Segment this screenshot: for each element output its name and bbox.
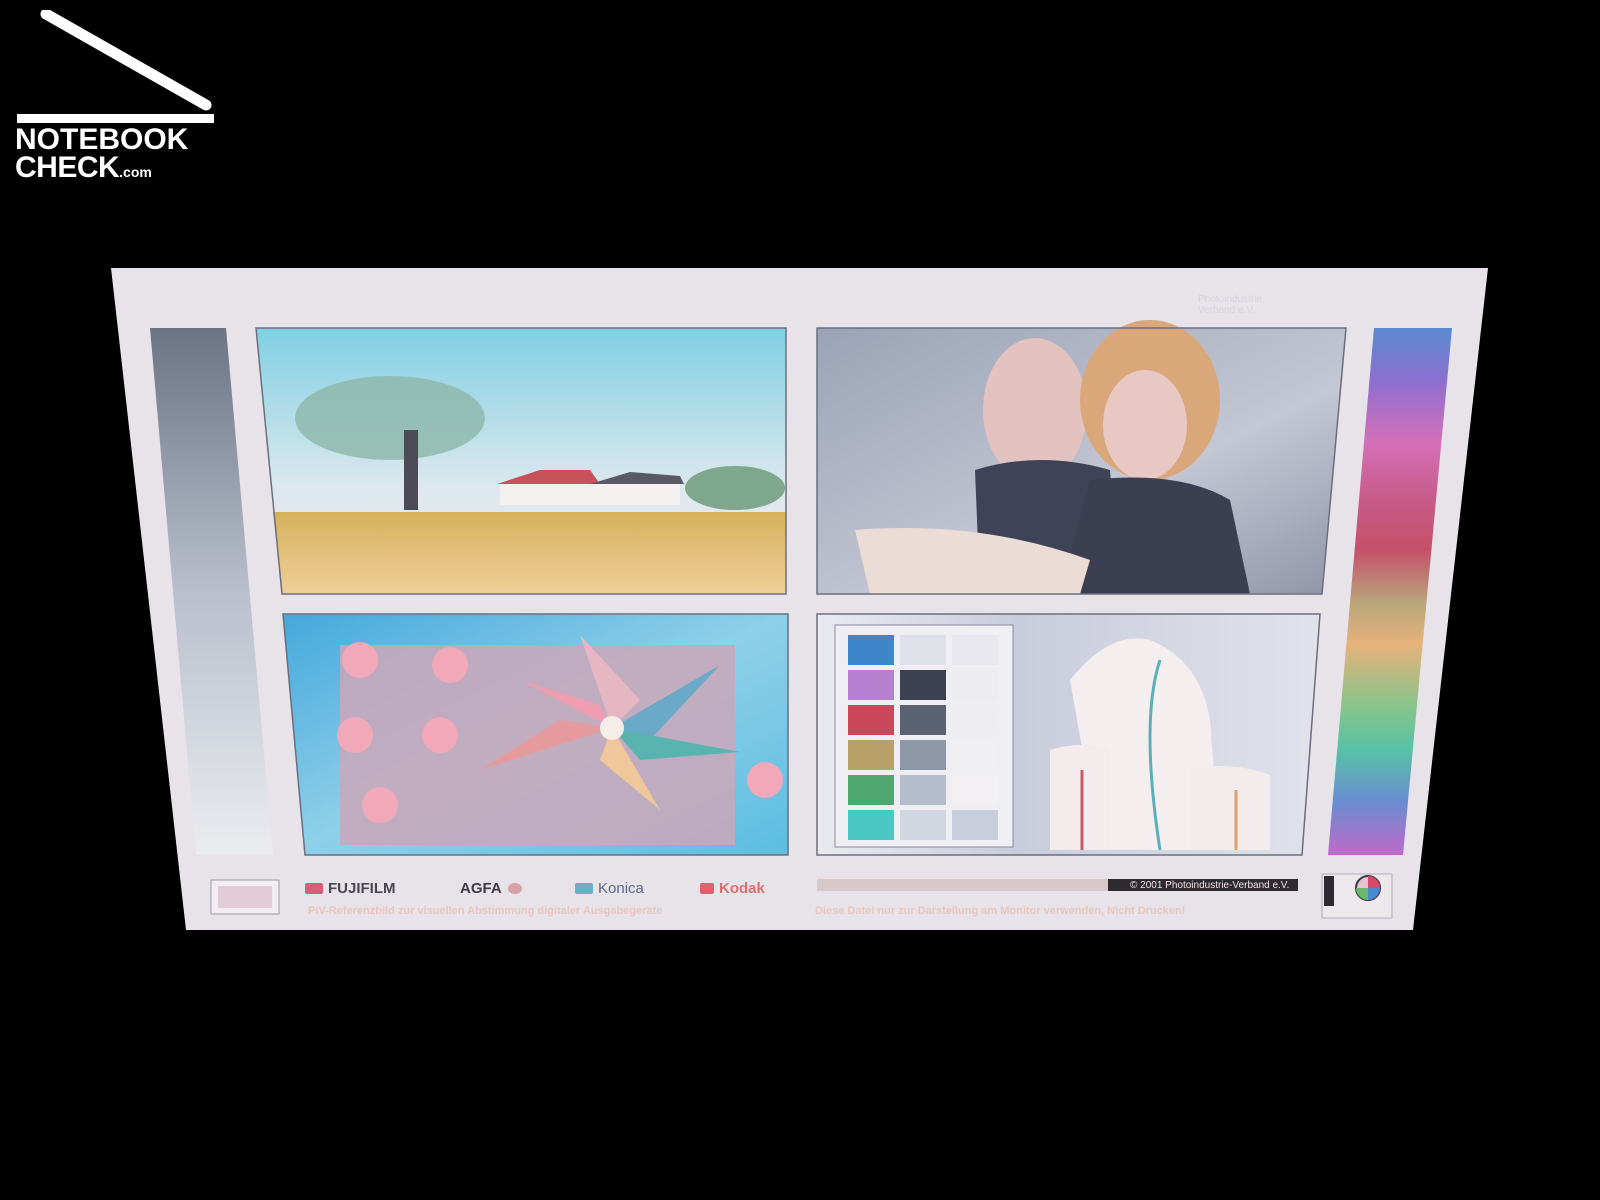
logo-domain: .com (119, 164, 152, 180)
brand-kodak: Kodak (700, 880, 765, 897)
kodak-icon (700, 883, 714, 894)
still-life-image (816, 613, 1321, 856)
header-watermark: Photoindustrie Verband e.V. (1198, 294, 1262, 316)
logo-wordmark: NOTEBOOK CHECK.com (15, 123, 189, 186)
screen-illustration (111, 268, 1488, 930)
laptop-lid-icon (17, 8, 214, 123)
caption-right: Diese Datei nur zur Darstellung am Monit… (815, 905, 1186, 917)
logo-line2: CHECK.com (15, 151, 188, 186)
copyright-text: © 2001 Photoindustrie-Verband e.V. (1130, 880, 1290, 891)
brand-konica: Konica (575, 880, 644, 897)
logo-check: CHECK (15, 151, 120, 184)
photo-of-laptop-screen: FUJIFILM AGFA Konica Kodak PIV-Referenzb… (0, 0, 1600, 1200)
logo-line1: NOTEBOOK (15, 123, 189, 156)
brand-fujifilm: FUJIFILM (305, 880, 396, 897)
portrait-image (816, 320, 1347, 595)
konica-icon (575, 883, 593, 894)
pinwheel-image (282, 613, 789, 856)
piv-logo-icon (1321, 873, 1393, 919)
agfa-icon (507, 883, 522, 894)
fujifilm-icon (305, 883, 323, 894)
brand-agfa: AGFA (460, 880, 527, 897)
caption-left: PIV-Referenzbild zur visuellen Abstimmun… (308, 905, 663, 917)
landscape-image (255, 327, 787, 595)
